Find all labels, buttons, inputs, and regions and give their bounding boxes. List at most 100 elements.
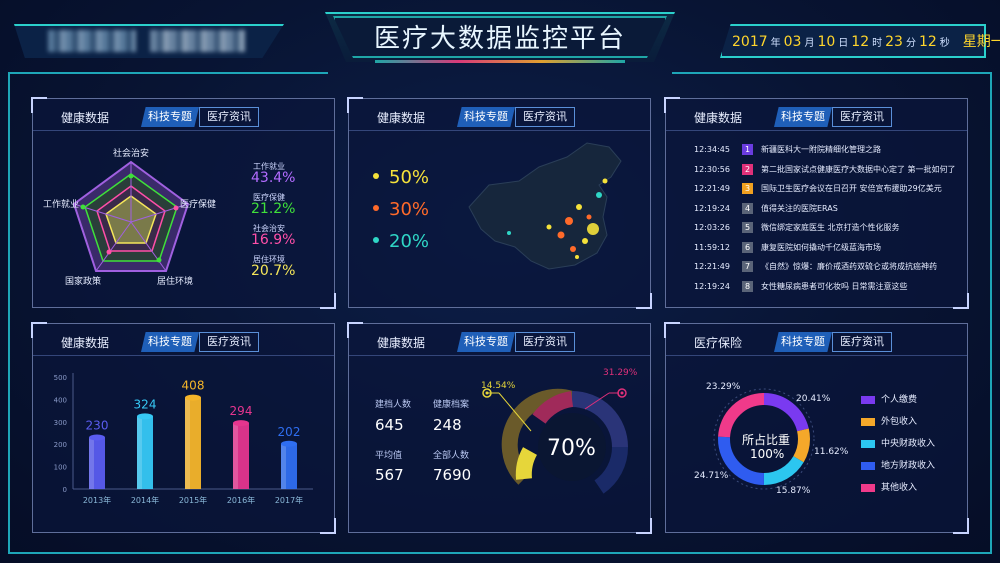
second-unit: 秒 (939, 38, 950, 49)
panel-title: 健康数据 (694, 111, 743, 125)
hour: 12 (851, 34, 870, 50)
news-item[interactable]: 12:34:45 1 新疆医科大一附院精细化管理之路 (694, 144, 964, 155)
bar-value-label: 202 (278, 425, 301, 439)
year-unit: 年 (770, 38, 781, 49)
tab-tech[interactable]: 科技专题 (457, 107, 515, 127)
frame-top-right (672, 72, 992, 82)
bar-value-label: 230 (86, 418, 109, 432)
tab-medical-news[interactable]: 医疗资讯 (199, 332, 259, 352)
legend-swatch (861, 439, 875, 448)
bar-cap (89, 434, 105, 441)
radar-axis-label: 医疗保健 (180, 198, 216, 210)
map-percent: 30% (389, 199, 430, 220)
year: 2017 (732, 34, 768, 50)
tab-tech[interactable]: 科技专题 (457, 332, 515, 352)
stat-label: 建档人数 (375, 400, 412, 410)
news-item[interactable]: 12:30:56 2 第二批国家试点健康医疗大数据中心定了 第一批如何了 (694, 163, 964, 175)
tab-medical-news[interactable]: 医疗资讯 (515, 107, 575, 127)
bar-highlight (137, 416, 142, 489)
news-item[interactable]: 11:59:12 6 康复医院如何撬动千亿级蓝海市场 (694, 241, 964, 253)
legend-label: 中央财政收入 (881, 439, 936, 449)
china-map (468, 142, 622, 270)
news-title: 《自然》惊爆：廉价戒酒药双硫仑或将成抗癌神药 (761, 262, 937, 271)
minute: 23 (885, 34, 903, 50)
legend-item: 中央财政收入 (861, 436, 935, 449)
day: 10 (817, 34, 836, 50)
logo-image (48, 30, 136, 52)
panel-bar-chart: 健康数据 科技专题 医疗资讯 0 100 200 300 400 500 230 2013年 3… (31, 322, 336, 534)
x-tick-label: 2013年 (83, 495, 111, 505)
news-title: 值得关注的医院ERAS (761, 203, 838, 213)
tab-tech[interactable]: 科技专题 (141, 107, 199, 127)
news-rank-badge: 5 (742, 222, 753, 233)
radar-axis-label: 工作就业 (43, 198, 79, 210)
panel-header: 健康数据 科技专题 医疗资讯 (349, 99, 650, 131)
news-item[interactable]: 12:19:24 4 值得关注的医院ERAS (694, 202, 964, 214)
page-title: 医疗大数据监控平台 (373, 24, 626, 54)
legend-value: 21.2% (251, 201, 296, 217)
bar-highlight (89, 437, 94, 489)
radar-chart: 社会治安 医疗保健 居住环境 国家政策 工作就业 (43, 147, 216, 287)
legend-label: 其他收入 (881, 483, 918, 493)
x-tick-label: 2017年 (275, 495, 303, 505)
month-unit: 月 (804, 38, 815, 49)
donut-slice-label: 11.62% (814, 447, 849, 457)
panel-gauge: 健康数据 科技专题 医疗资讯 建档人数 645 健康档案 248 平均值 567… (347, 322, 652, 534)
panel-title: 健康数据 (61, 111, 110, 125)
news-item[interactable]: 12:03:26 5 微信绑定家庭医生 北京打造个性化服务 (694, 222, 964, 233)
news-time: 12:19:24 (694, 281, 730, 291)
panel-title: 医疗保险 (694, 336, 743, 350)
news-rank-badge: 8 (742, 280, 753, 292)
panel-header: 医疗保险 科技专题 医疗资讯 (666, 324, 967, 356)
tab-medical-news[interactable]: 医疗资讯 (199, 107, 259, 127)
bar-highlight (233, 423, 238, 489)
legend-item: 地方财政收入 (861, 458, 935, 471)
panel-title: 健康数据 (377, 336, 426, 350)
tab-medical-news[interactable]: 医疗资讯 (515, 332, 575, 352)
frame-bottom (8, 548, 992, 554)
tab-tech[interactable]: 科技专题 (141, 332, 199, 352)
legend-item: 外包收入 (861, 414, 917, 427)
gauge-callout-right: 31.29% (603, 368, 638, 378)
y-tick-label: 300 (54, 419, 67, 427)
news-title: 康复医院如何撬动千亿级蓝海市场 (761, 242, 881, 252)
donut-slice-label: 15.87% (776, 486, 811, 496)
bar-cap (281, 440, 297, 447)
x-tick-label: 2015年 (179, 495, 207, 505)
news-time: 12:30:56 (694, 164, 730, 174)
news-time: 12:21:49 (694, 262, 730, 271)
news-item[interactable]: 12:21:49 3 国际卫生医疗会议在日召开 安倍宣布援助29亿美元 (694, 183, 964, 194)
y-tick-label: 400 (54, 396, 67, 404)
frame-left (8, 72, 16, 552)
gauge-callout-left: 14.54% (481, 381, 516, 391)
tab-tech[interactable]: 科技专题 (774, 332, 832, 352)
tab-medical-news[interactable]: 医疗资讯 (832, 332, 892, 352)
dot-icon (373, 237, 379, 243)
map-percent: 50% (389, 167, 430, 188)
panel-title: 健康数据 (377, 111, 426, 125)
donut-slice-label: 24.71% (694, 471, 729, 481)
bar-value-label: 408 (182, 379, 205, 393)
legend-item: 个人缴费 (861, 392, 917, 405)
y-tick-label: 500 (54, 374, 67, 382)
legend-value: 20.7% (251, 263, 296, 279)
news-rank-badge: 1 (742, 144, 753, 155)
news-rank-badge: 6 (742, 241, 753, 253)
stat-label: 平均值 (375, 451, 403, 461)
tab-medical-news[interactable]: 医疗资讯 (832, 107, 892, 127)
panel-map: 健康数据 科技专题 医疗资讯 50% 30% 20% (347, 97, 652, 309)
tab-tech[interactable]: 科技专题 (774, 107, 832, 127)
stat-value: 645 (375, 416, 404, 434)
news-title: 微信绑定家庭医生 北京打造个性化服务 (761, 223, 900, 232)
panel-header: 健康数据 科技专题 医疗资讯 (33, 324, 334, 356)
day-unit: 日 (838, 38, 849, 49)
news-rank-badge: 7 (742, 261, 753, 272)
second: 12 (918, 34, 937, 50)
news-item[interactable]: 12:19:24 8 女性糖尿病患者可化妆吗 日常需注意这些 (694, 280, 964, 292)
stat-label: 全部人数 (433, 451, 470, 461)
news-item[interactable]: 12:21:49 7 《自然》惊爆：廉价戒酒药双硫仑或将成抗癌神药 (694, 261, 964, 272)
panel-header: 健康数据 科技专题 医疗资讯 (33, 99, 334, 131)
y-tick-label: 0 (63, 486, 67, 494)
bar-highlight (185, 397, 190, 489)
donut-slice-label: 20.41% (796, 394, 831, 404)
